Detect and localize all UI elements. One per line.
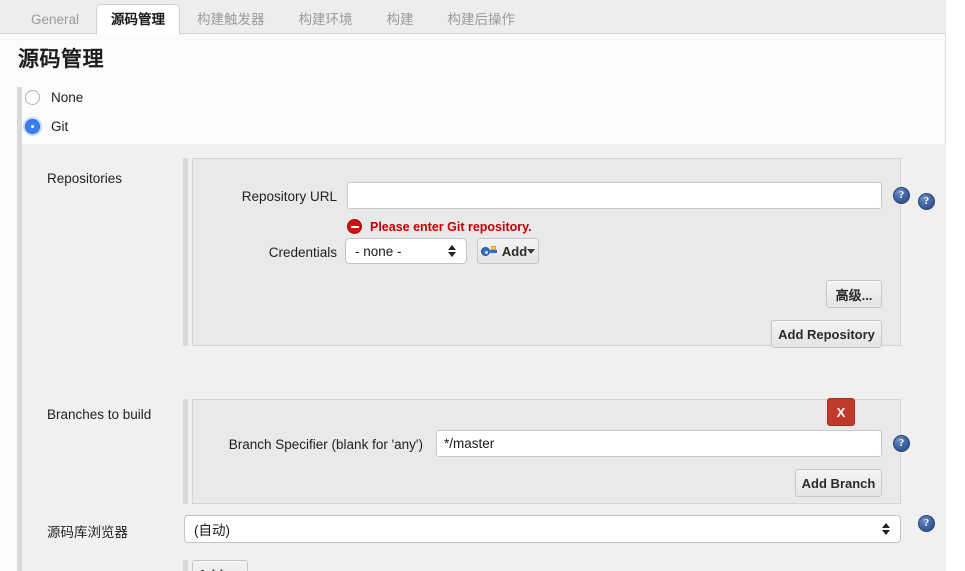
stepper-icon (878, 516, 894, 542)
scm-option-none-label: None (51, 90, 84, 105)
help-glyph: ? (898, 188, 905, 201)
git-scm-body: Repositories Repository URL ? Please ent… (22, 144, 946, 571)
repository-browser-select[interactable]: (自动) (184, 515, 901, 543)
credentials-select-value: - none - (355, 243, 402, 259)
repository-url-input[interactable] (347, 182, 882, 209)
repository-browser-value: (自动) (194, 523, 230, 538)
repositories-strip (183, 158, 188, 346)
repositories-row-label: Repositories (47, 171, 123, 186)
error-icon (347, 219, 362, 234)
radio-git-icon[interactable] (25, 119, 40, 134)
tab-general[interactable]: General (14, 6, 96, 34)
radio-none-icon[interactable] (25, 90, 40, 105)
config-page-body: 源码管理 None Git Repositories Repository UR… (0, 34, 946, 571)
scm-option-none[interactable]: None (25, 90, 83, 105)
config-tab-bar: General 源码管理 构建触发器 构建环境 构建 构建后操作 (0, 0, 946, 35)
repository-browser-label: 源码库浏览器 (47, 525, 128, 540)
help-glyph: ? (898, 436, 905, 449)
branch-specifier-help-icon[interactable]: ? (893, 435, 910, 452)
repository-url-help-icon[interactable]: ? (893, 187, 910, 204)
add-behaviour-label: Add (198, 567, 223, 571)
add-credentials-label: Add (501, 243, 528, 259)
add-branch-button[interactable]: Add Branch (795, 469, 882, 497)
tab-build-triggers[interactable]: 构建触发器 (180, 6, 282, 34)
jenkins-job-config-page: General 源码管理 构建触发器 构建环境 构建 构建后操作 源码管理 No… (0, 0, 965, 571)
branches-row-label: Branches to build (47, 407, 152, 422)
page-title: 源码管理 (18, 48, 104, 71)
scm-option-git-label: Git (51, 119, 69, 134)
repositories-help-icon[interactable]: ? (918, 193, 935, 210)
credentials-label: Credentials (268, 245, 337, 260)
scm-option-git[interactable]: Git (25, 119, 68, 134)
delete-branch-button[interactable]: X (827, 398, 855, 426)
repository-url-error-text: Please enter Git repository. (370, 219, 532, 234)
tab-post-build-actions[interactable]: 构建后操作 (431, 6, 533, 34)
chevron-down-icon (527, 248, 536, 254)
branch-specifier-label: Branch Specifier (blank for 'any') (228, 437, 423, 452)
stepper-icon (444, 238, 460, 264)
credentials-select[interactable]: - none - (345, 238, 467, 264)
branches-panel: Branch Specifier (blank for 'any') ? Add… (192, 399, 910, 504)
tab-build[interactable]: 构建 (370, 6, 431, 34)
tab-source-code-management[interactable]: 源码管理 (96, 4, 181, 35)
help-glyph: ? (923, 516, 930, 529)
behaviours-strip (183, 560, 188, 571)
repository-browser-help-icon[interactable]: ? (918, 515, 935, 532)
branches-strip (183, 399, 188, 504)
tab-build-environment[interactable]: 构建环境 (282, 6, 370, 34)
help-glyph: ? (923, 194, 930, 207)
advanced-button[interactable]: 高级... (826, 280, 882, 308)
add-repository-button[interactable]: Add Repository (771, 320, 882, 348)
add-behaviour-button[interactable]: Add (192, 560, 248, 571)
add-credentials-button[interactable]: Add (477, 238, 539, 264)
repositories-panel: Repository URL ? Please enter Git reposi… (192, 158, 910, 348)
branch-specifier-input[interactable] (436, 430, 882, 457)
repository-url-label: Repository URL (241, 189, 337, 204)
repository-url-error: Please enter Git repository. (347, 219, 532, 234)
key-icon (480, 245, 497, 257)
